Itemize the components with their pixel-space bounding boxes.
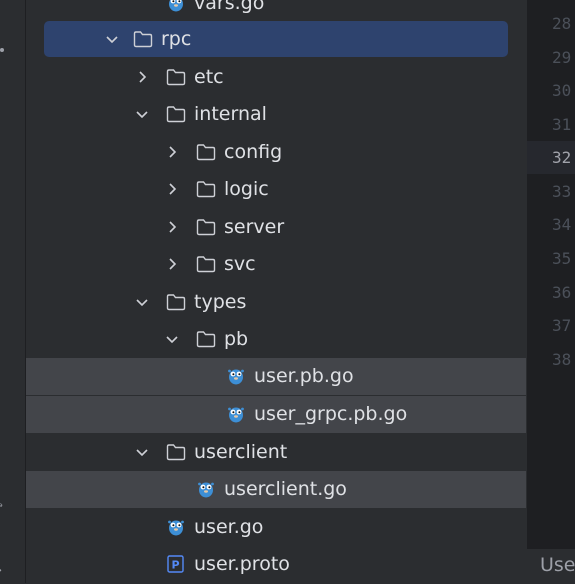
gopher-icon	[228, 369, 244, 385]
tree-item-internal[interactable]: internal	[26, 96, 526, 133]
line-number: 29	[552, 48, 572, 67]
line-number: 30	[552, 81, 572, 100]
tree-item-label: user.proto	[194, 553, 290, 575]
line-number: 38	[552, 350, 572, 369]
folder-icon	[196, 219, 216, 236]
folder-icon	[166, 444, 186, 461]
folder-icon	[166, 69, 186, 86]
left-tool-strip: ᵊ ›	[0, 0, 26, 583]
chevron-right-icon[interactable]	[164, 181, 180, 197]
tree-item-label: etc	[194, 66, 224, 88]
status-bar: Use	[527, 548, 575, 584]
tree-item-label: server	[224, 216, 285, 238]
tree-item-label: svc	[224, 253, 256, 275]
folder-icon	[166, 106, 186, 123]
chevron-down-icon[interactable]	[104, 31, 120, 47]
tree-item-user-go[interactable]: user.go	[26, 509, 526, 546]
line-number: 33	[552, 182, 572, 201]
line-number: 37	[552, 316, 572, 335]
folder-icon	[196, 144, 216, 161]
gopher-icon	[169, 0, 183, 12]
tree-item-label: vars.go	[194, 0, 265, 14]
tree-item-userclient-go[interactable]: userclient.go	[26, 471, 526, 508]
tree-item-label: rpc	[161, 28, 192, 50]
tree-item-config[interactable]: config	[26, 134, 526, 171]
chevron-right-icon[interactable]	[164, 144, 180, 160]
tree-item-label: userclient.go	[224, 478, 347, 500]
tree-item-label: config	[224, 141, 283, 163]
tree-item-label: userclient	[194, 441, 288, 463]
tree-item-rpc[interactable]: rpc	[44, 21, 508, 57]
proto-file-icon: P	[167, 555, 184, 573]
line-number: 34	[552, 215, 572, 234]
line-number: 36	[552, 283, 572, 302]
folder-icon	[133, 31, 153, 48]
tree-item-server[interactable]: server	[26, 209, 526, 246]
editor-gutter: 28 29 30 31 32 33 34 35 36 37 38	[527, 0, 575, 548]
chevron-right-icon[interactable]	[164, 256, 180, 272]
tree-item-user-grpc-pb-go[interactable]: user_grpc.pb.go	[26, 396, 526, 433]
tree-item-user-proto[interactable]: P user.proto	[26, 546, 526, 583]
status-bar-text[interactable]: Use	[540, 554, 575, 576]
chevron-right-icon[interactable]	[164, 219, 180, 235]
tree-item-etc[interactable]: etc	[26, 59, 526, 96]
line-number: 31	[552, 115, 572, 134]
folder-icon	[196, 331, 216, 348]
tree-item-label: pb	[224, 328, 249, 350]
tree-item-label: user.pb.go	[254, 365, 354, 387]
tree-item-label: user.go	[194, 516, 264, 538]
tree-item-userclient[interactable]: userclient	[26, 434, 526, 471]
tree-item-pb[interactable]: pb	[26, 321, 526, 358]
chevron-down-icon[interactable]	[134, 444, 150, 460]
line-number: 28	[552, 14, 572, 33]
tree-item-vars-go[interactable]: vars.go	[26, 0, 526, 22]
tree-item-label: internal	[194, 103, 267, 125]
proto-icon-letter: P	[171, 559, 179, 572]
chevron-down-icon[interactable]	[134, 106, 150, 122]
tree-item-user-pb-go[interactable]: user.pb.go	[26, 358, 526, 395]
gopher-icon	[168, 520, 184, 536]
folder-icon	[196, 181, 216, 198]
tree-item-svc[interactable]: svc	[26, 246, 526, 283]
tree-item-types[interactable]: types	[26, 284, 526, 321]
tool-strip-indicator-dot	[0, 48, 4, 52]
chevron-down-icon[interactable]	[164, 331, 180, 347]
project-tree: vars.go rpc etc internal config logic se…	[26, 0, 550, 583]
line-number-current: 32	[552, 148, 572, 167]
line-number: 35	[552, 249, 572, 268]
tree-item-label: user_grpc.pb.go	[254, 403, 408, 425]
tree-item-logic[interactable]: logic	[26, 171, 526, 208]
tool-strip-icon[interactable]: ᵊ	[0, 500, 3, 514]
tree-item-label: logic	[224, 178, 269, 200]
chevron-down-icon[interactable]	[134, 294, 150, 310]
folder-icon	[196, 256, 216, 273]
chevron-right-icon[interactable]	[134, 69, 150, 85]
tool-strip-chevron-icon[interactable]: ›	[0, 560, 2, 579]
folder-icon	[166, 294, 186, 311]
gopher-icon	[198, 482, 214, 498]
gopher-icon	[228, 407, 244, 423]
tree-item-label: types	[194, 291, 247, 313]
